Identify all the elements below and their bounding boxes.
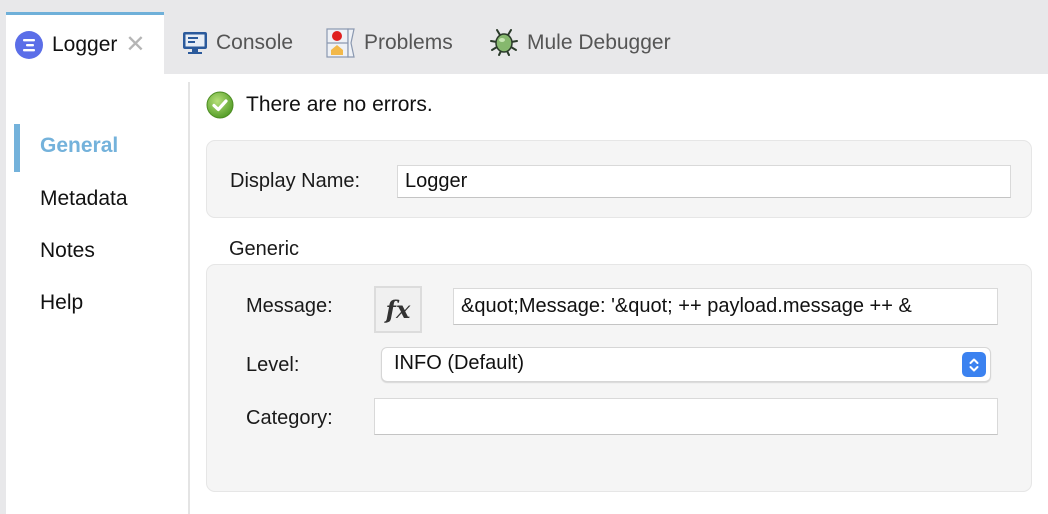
logger-properties-view: Logger ✕ Console Problems Mule Debugger … xyxy=(0,0,1048,514)
sidebar-item-help[interactable]: Help xyxy=(40,291,83,315)
sidebar-item-notes[interactable]: Notes xyxy=(40,239,95,263)
close-icon[interactable]: ✕ xyxy=(125,32,145,57)
validation-status: There are no errors. xyxy=(206,91,433,119)
check-circle-icon xyxy=(206,91,234,119)
problems-icon xyxy=(326,28,356,58)
sidebar: General Metadata Notes Help xyxy=(6,74,189,514)
properties-panel: General Metadata Notes Help There are no… xyxy=(6,74,1048,514)
level-label: Level: xyxy=(246,354,300,376)
sidebar-divider xyxy=(188,82,190,514)
chevron-updown-icon xyxy=(962,352,986,377)
sidebar-item-general[interactable]: General xyxy=(40,134,118,158)
tab-console[interactable]: Console xyxy=(182,12,293,74)
tab-logger[interactable]: Logger ✕ xyxy=(6,12,164,74)
tab-problems-label: Problems xyxy=(364,31,453,54)
console-icon xyxy=(182,30,208,56)
message-label: Message: xyxy=(246,295,333,317)
active-indicator xyxy=(14,124,20,172)
category-input[interactable] xyxy=(374,398,998,435)
display-name-input[interactable]: Logger xyxy=(397,165,1011,198)
category-label: Category: xyxy=(246,407,333,429)
message-input[interactable]: &quot;Message: '&quot; ++ payload.messag… xyxy=(453,288,998,325)
generic-section-title: Generic xyxy=(229,238,300,260)
logger-icon xyxy=(14,30,44,60)
tab-mule-debugger[interactable]: Mule Debugger xyxy=(489,12,671,74)
bug-icon xyxy=(489,28,519,58)
fx-icon: fx xyxy=(385,295,411,324)
tab-mule-debugger-label: Mule Debugger xyxy=(527,31,671,54)
level-select-value: INFO (Default) xyxy=(394,352,525,374)
status-text: There are no errors. xyxy=(246,93,433,116)
fx-toggle-button[interactable]: fx xyxy=(374,286,422,333)
sidebar-item-metadata[interactable]: Metadata xyxy=(40,187,128,211)
display-name-label: Display Name: xyxy=(230,170,361,192)
tab-logger-label: Logger xyxy=(52,32,118,56)
tab-bar: Logger ✕ Console Problems Mule Debugger xyxy=(0,0,1048,74)
tab-problems[interactable]: Problems xyxy=(326,12,453,74)
tab-console-label: Console xyxy=(216,31,294,54)
level-select[interactable]: INFO (Default) xyxy=(381,347,991,382)
